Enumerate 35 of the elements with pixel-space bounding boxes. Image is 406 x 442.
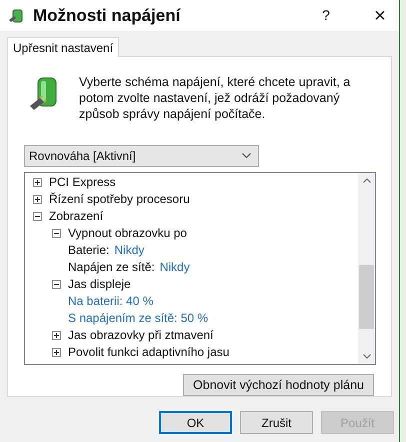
tree-item[interactable]: Jas obrazovky při ztmavení [68, 328, 214, 343]
setting-value[interactable]: Nikdy [160, 260, 190, 275]
chevron-down-icon [242, 153, 251, 158]
setting-label: Baterie: [68, 242, 110, 258]
setting-value[interactable]: Nikdy [114, 242, 144, 258]
dialog-button[interactable]: Zrušit [240, 411, 313, 434]
expand-icon[interactable] [33, 178, 42, 187]
scrollbar[interactable] [358, 172, 375, 364]
window-title: Možnosti napájení [33, 4, 180, 27]
battery-plug-icon [8, 8, 25, 24]
restore-defaults-button[interactable]: Obnovit výchozí hodnoty plánu [183, 374, 374, 396]
close-button[interactable]: × [365, 0, 395, 30]
setting-value[interactable]: Na baterii: 40 % [68, 294, 154, 309]
expand-icon[interactable] [52, 348, 61, 357]
plan-dropdown[interactable]: Rovnováha [Aktivní] [24, 145, 259, 167]
tree-item[interactable]: Jas displeje [68, 276, 131, 292]
help-button[interactable]: ? [311, 5, 341, 26]
scrollbar-thumb[interactable] [359, 264, 374, 329]
collapse-icon[interactable] [52, 228, 61, 238]
collapse-icon[interactable] [33, 212, 42, 221]
collapse-icon[interactable] [52, 280, 61, 289]
tree-item[interactable]: PCI Express [49, 174, 116, 190]
expand-icon[interactable] [33, 194, 42, 204]
dialog-button[interactable]: OK [159, 411, 232, 434]
expand-icon[interactable] [52, 330, 61, 340]
tree-item[interactable]: Vypnout obrazovku po [68, 226, 187, 241]
setting-value[interactable]: S napájením ze sítě: 50 % [68, 310, 208, 326]
chevron-up-icon[interactable] [362, 178, 370, 183]
tree-item[interactable]: Zobrazení [49, 208, 104, 224]
tab[interactable]: Upřesnit nastavení [7, 37, 120, 57]
tree-item[interactable]: Povolit funkci adaptivního jasu [68, 344, 230, 360]
setting-label: Napájen ze sítě: [68, 260, 155, 275]
tree-item[interactable]: Řízení spotřeby procesoru [49, 192, 190, 207]
chevron-down-icon[interactable] [362, 354, 370, 359]
description-text: Vyberte schéma napájení, které chcete upravit, a potom zvolte nastavení, jež odráží požadovaný způsob správy napájení počítače. [79, 74, 352, 122]
